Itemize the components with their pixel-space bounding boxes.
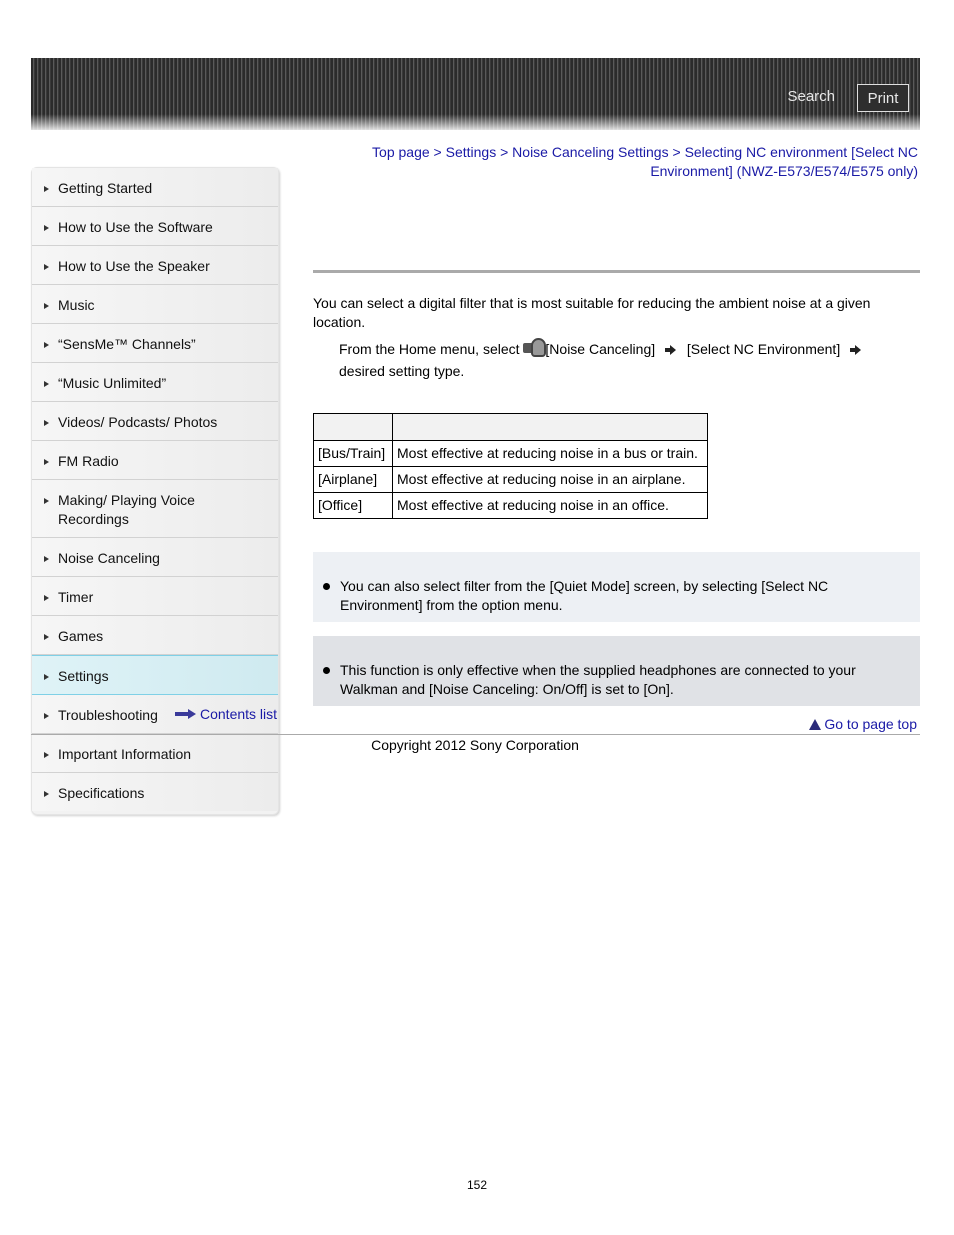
setting-description: Most effective at reducing noise in an o… [392, 492, 708, 519]
page-number: 152 [466, 1178, 488, 1192]
setting-name: [Office] [313, 492, 393, 519]
sidebar-item-label: How to Use the Speaker [58, 258, 210, 274]
triangle-right-icon [44, 674, 49, 680]
sidebar-item-label: Music [58, 297, 95, 313]
hint-box: You can also select filter from the [Qui… [313, 552, 920, 622]
copyright-text: Copyright 2012 Sony Corporation [371, 737, 579, 753]
sidebar-item-timer[interactable]: Timer [32, 577, 278, 616]
triangle-right-icon [44, 556, 49, 562]
sidebar-item-speaker[interactable]: How to Use the Speaker [32, 246, 278, 285]
sidebar-item-label: Settings [58, 668, 109, 684]
note-text: This function is only effective when the… [340, 662, 856, 697]
table-header-cell [313, 413, 393, 441]
header-bar: Search Print [31, 58, 920, 130]
breadcrumb-current-page[interactable]: Selecting NC environment [Select NC Envi… [650, 144, 918, 179]
breadcrumb-separator: > [500, 144, 509, 160]
sidebar-item-label: How to Use the Software [58, 219, 213, 235]
triangle-right-icon [44, 342, 49, 348]
settings-table: [Bus/Train] Most effective at reducing n… [313, 413, 708, 519]
intro-text: You can select a digital filter that is … [313, 295, 871, 330]
triangle-right-icon [44, 713, 49, 719]
sidebar-item-label: Making/ Playing Voice Recordings [58, 492, 195, 527]
sidebar-item-sensme-channels[interactable]: “SensMe™ Channels” [32, 324, 278, 363]
sidebar-item-noise-canceling[interactable]: Noise Canceling [32, 538, 278, 577]
sidebar-item-label: Getting Started [58, 180, 153, 196]
sidebar-item-fm-radio[interactable]: FM Radio [32, 441, 278, 480]
arrow-right-icon [665, 345, 677, 356]
setting-name: [Bus/Train] [313, 440, 393, 467]
triangle-right-icon [44, 381, 49, 387]
sidebar-item-settings[interactable]: Settings [32, 655, 278, 695]
go-to-page-top-label: Go to page top [824, 716, 917, 732]
triangle-right-icon [44, 595, 49, 601]
table-row: [Office] Most effective at reducing nois… [313, 492, 708, 519]
title-divider [313, 270, 920, 273]
triangle-right-icon [44, 264, 49, 270]
triangle-right-icon [44, 459, 49, 465]
sidebar-item-label: Videos/ Podcasts/ Photos [58, 414, 218, 430]
sidebar-item-music[interactable]: Music [32, 285, 278, 324]
note-box: This function is only effective when the… [313, 636, 920, 706]
noise-canceling-icon [523, 338, 547, 357]
breadcrumb: Top page > Settings > Noise Canceling Se… [340, 143, 918, 181]
contents-list-label: Contents list [200, 706, 278, 722]
sidebar-item-label: Games [58, 628, 104, 644]
step-prefix: From the Home menu, select [339, 341, 520, 357]
table-row: [Airplane] Most effective at reducing no… [313, 466, 708, 493]
breadcrumb-top-page[interactable]: Top page [372, 144, 430, 160]
sidebar-item-label: Timer [58, 589, 94, 605]
sidebar-item-label: FM Radio [58, 453, 119, 469]
triangle-right-icon [44, 791, 49, 797]
step-item-noise-canceling: [Noise Canceling] [545, 341, 656, 357]
bullet-icon [323, 667, 330, 674]
triangle-right-icon [44, 225, 49, 231]
arrow-right-icon [175, 709, 197, 719]
search-link[interactable]: Search [787, 88, 835, 105]
arrow-right-icon [850, 345, 862, 356]
sidebar-item-label: Noise Canceling [58, 550, 160, 566]
footer-divider [31, 734, 920, 735]
breadcrumb-noise-canceling-settings[interactable]: Noise Canceling Settings [512, 144, 668, 160]
sidebar-item-label: “SensMe™ Channels” [58, 336, 196, 352]
procedure-step: From the Home menu, select [Noise Cancel… [339, 338, 899, 382]
triangle-right-icon [44, 420, 49, 426]
sidebar-item-voice-recordings[interactable]: Making/ Playing Voice Recordings [32, 480, 278, 538]
breadcrumb-separator: > [433, 144, 442, 160]
triangle-right-icon [44, 186, 49, 192]
sidebar-item-specifications[interactable]: Specifications [32, 773, 278, 811]
sidebar-item-software[interactable]: How to Use the Software [32, 207, 278, 246]
setting-description: Most effective at reducing noise in a bu… [392, 440, 708, 467]
breadcrumb-settings[interactable]: Settings [446, 144, 497, 160]
setting-description: Most effective at reducing noise in an a… [392, 466, 708, 493]
sidebar-item-getting-started[interactable]: Getting Started [32, 168, 278, 207]
sidebar-item-label: “Music Unlimited” [58, 375, 167, 391]
triangle-right-icon [44, 303, 49, 309]
hint-text: You can also select filter from the [Qui… [340, 578, 829, 613]
print-button[interactable]: Print [857, 84, 909, 112]
setting-name: [Airplane] [313, 466, 393, 493]
sidebar-item-label: Specifications [58, 785, 145, 801]
contents-list-link[interactable]: Contents list [175, 706, 277, 722]
triangle-up-icon [809, 718, 822, 730]
table-header-row [313, 413, 708, 441]
go-to-page-top-link[interactable]: Go to page top [809, 716, 917, 732]
step-item-select-nc-environment: [Select NC Environment] [686, 341, 841, 357]
breadcrumb-separator: > [672, 144, 681, 160]
sidebar-item-games[interactable]: Games [32, 616, 278, 655]
bullet-icon [323, 583, 330, 590]
sidebar-item-label: Troubleshooting [58, 707, 158, 723]
sidebar-item-music-unlimited[interactable]: “Music Unlimited” [32, 363, 278, 402]
table-header-cell [392, 413, 708, 441]
triangle-right-icon [44, 498, 49, 504]
table-row: [Bus/Train] Most effective at reducing n… [313, 440, 708, 467]
triangle-right-icon [44, 634, 49, 640]
step-suffix: desired setting type. [339, 363, 465, 379]
sidebar-item-videos-podcasts-photos[interactable]: Videos/ Podcasts/ Photos [32, 402, 278, 441]
